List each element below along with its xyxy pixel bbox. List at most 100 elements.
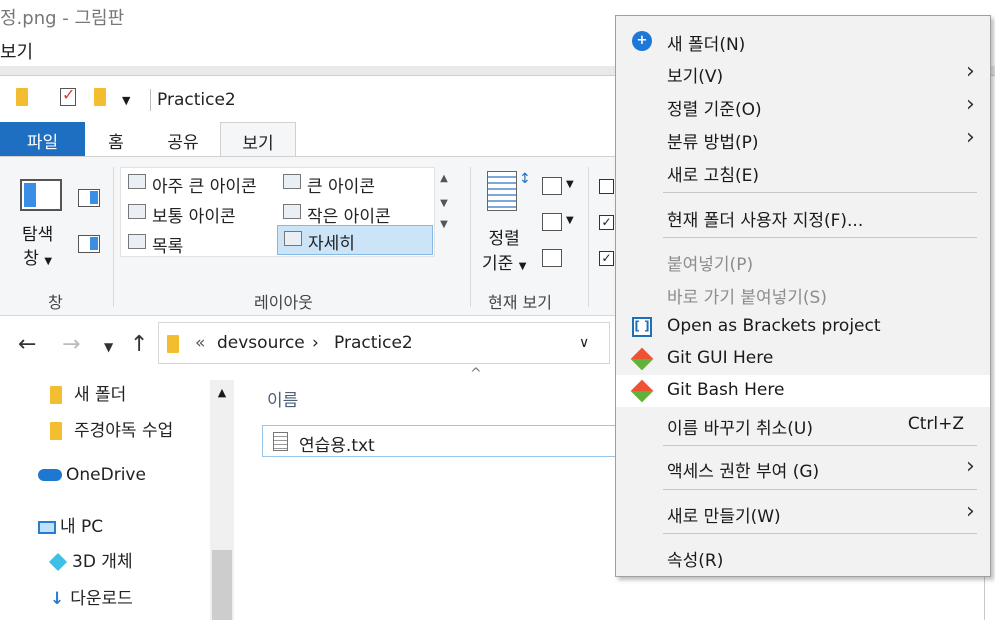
forward-arrow-icon[interactable]: → xyxy=(62,332,80,357)
menu-label: 현재 폴더 사용자 지정(F)... xyxy=(667,211,864,231)
menu-view[interactable]: 보기(V) › xyxy=(616,57,990,89)
menu-new-folder[interactable]: + 새 폴더(N) xyxy=(616,25,990,57)
layout-small-icons[interactable]: 작은 아이콘 xyxy=(277,199,433,227)
layout-extra-large-icons[interactable]: 아주 큰 아이콘 xyxy=(122,169,274,197)
menu-label: 정렬 기준(O) xyxy=(667,100,762,120)
menu-git-gui[interactable]: Git GUI Here xyxy=(616,343,990,375)
menu-separator xyxy=(663,192,977,193)
column-header-name[interactable]: 이름 xyxy=(267,386,298,411)
brackets-icon: [ ] xyxy=(632,317,652,337)
chevron-right-icon: › xyxy=(966,454,975,479)
menu-label: Open as Brackets project xyxy=(667,316,881,336)
chevron-down-icon[interactable]: ▼ xyxy=(122,94,130,107)
address-bar[interactable]: « devsource › Practice2 ∨ xyxy=(158,322,610,364)
tree-label: 3D 개체 xyxy=(72,552,133,572)
menu-properties[interactable]: 속성(R) xyxy=(616,541,990,573)
tree-item-3d-objects[interactable]: 3D 개체 xyxy=(48,547,133,572)
tree-label: OneDrive xyxy=(66,465,146,485)
menu-sort-by[interactable]: 정렬 기준(O) › xyxy=(616,90,990,122)
onedrive-icon xyxy=(38,469,62,481)
nav-pane-label: 탐색 xyxy=(22,225,54,245)
new-folder-icon: + xyxy=(632,31,652,51)
tree-scroll-thumb[interactable] xyxy=(212,550,232,620)
tree-item-downloads[interactable]: ↓ 다운로드 xyxy=(50,584,133,609)
menu-label: 액세스 권한 부여 (G) xyxy=(667,462,820,482)
download-arrow-icon: ↓ xyxy=(50,589,65,609)
chevron-right-icon: › xyxy=(966,92,975,117)
preview-pane-icon[interactable] xyxy=(78,189,100,207)
layout-details[interactable]: 자세히 xyxy=(277,225,433,255)
paint-menu-view[interactable]: 보기 xyxy=(0,34,33,64)
layout-gallery-scroll[interactable]: ▲ ▼ ▼ xyxy=(436,167,452,257)
tab-share[interactable]: 공유 xyxy=(147,122,219,156)
menu-new[interactable]: 새로 만들기(W) › xyxy=(616,497,990,529)
menu-open-brackets[interactable]: [ ] Open as Brackets project xyxy=(616,311,990,343)
chevron-down-icon[interactable]: ▼ xyxy=(566,179,574,190)
large-icons-icon xyxy=(283,174,301,189)
3d-objects-icon xyxy=(48,552,68,572)
menu-give-access[interactable]: 액세스 권한 부여 (G) › xyxy=(616,452,990,484)
tree-item-class[interactable]: 주경야독 수업 xyxy=(50,416,173,441)
menu-group-by[interactable]: 분류 방법(P) › xyxy=(616,123,990,155)
menu-label: 이름 바꾸기 취소(U) xyxy=(667,419,813,439)
menu-paste[interactable]: 붙여넣기(P) xyxy=(616,245,990,277)
tab-file[interactable]: 파일 xyxy=(0,122,85,156)
details-pane-icon[interactable] xyxy=(78,235,100,253)
breadcrumb-overflow[interactable]: « xyxy=(195,333,205,353)
group-label-layout: 레이아웃 xyxy=(254,293,313,312)
file-name: 연습용.txt xyxy=(299,436,375,456)
sort-by-button[interactable]: 정렬 기준 ▼ xyxy=(482,227,526,279)
tab-home[interactable]: 홈 xyxy=(85,122,147,156)
item-checkboxes-checkbox[interactable] xyxy=(599,179,614,194)
scroll-down-icon[interactable]: ▼ xyxy=(436,198,452,209)
hidden-items-checkbox[interactable]: ✓ xyxy=(599,251,614,266)
menu-label: 새 폴더(N) xyxy=(667,35,746,55)
recent-locations-icon[interactable]: ▼ xyxy=(104,340,113,354)
menu-paste-shortcut[interactable]: 바로 가기 붙여넣기(S) xyxy=(616,278,990,310)
medium-icons-icon xyxy=(128,204,146,219)
layout-list[interactable]: 목록 xyxy=(122,229,274,257)
menu-label: 속성(R) xyxy=(667,551,724,571)
git-icon xyxy=(630,379,654,403)
chevron-down-icon[interactable]: ▼ xyxy=(566,215,574,226)
menu-git-bash[interactable]: Git Bash Here xyxy=(616,375,990,407)
folder-icon xyxy=(50,422,62,440)
menu-customize-folder[interactable]: 현재 폴더 사용자 지정(F)... xyxy=(616,201,990,233)
git-icon xyxy=(630,347,654,371)
nav-pane-label2: 창 xyxy=(23,249,39,269)
layout-medium-icons[interactable]: 보통 아이콘 xyxy=(122,199,274,227)
layout-gallery: 아주 큰 아이콘 큰 아이콘 보통 아이콘 작은 아이콘 목록 자세히 xyxy=(120,167,435,257)
file-row[interactable]: 연습용.txt xyxy=(262,425,622,457)
add-columns-icon[interactable] xyxy=(542,213,562,231)
breadcrumb-separator-icon[interactable]: › xyxy=(312,333,319,353)
group-label-pane: 창 xyxy=(48,293,63,312)
new-folder-icon[interactable] xyxy=(94,88,106,106)
tab-view[interactable]: 보기 xyxy=(220,122,296,157)
tree-item-onedrive[interactable]: OneDrive xyxy=(38,465,146,485)
scroll-up-icon[interactable]: ▲ xyxy=(436,173,452,184)
properties-check-icon[interactable] xyxy=(60,85,76,106)
breadcrumb-practice2[interactable]: Practice2 xyxy=(334,333,413,353)
menu-refresh[interactable]: 새로 고침(E) xyxy=(616,156,990,188)
group-by-icon[interactable] xyxy=(542,177,562,195)
size-columns-icon[interactable] xyxy=(542,249,562,267)
sort-by-icon[interactable] xyxy=(487,171,517,211)
layout-item-label: 작은 아이콘 xyxy=(307,207,391,227)
navigation-pane-icon[interactable] xyxy=(20,179,62,211)
expand-gallery-icon[interactable]: ▼ xyxy=(436,219,452,230)
tree-item-new-folder[interactable]: 새 폴더 xyxy=(50,380,126,405)
tree-label: 내 PC xyxy=(60,517,104,537)
tree-item-this-pc[interactable]: 내 PC xyxy=(38,512,103,537)
navigation-pane-button[interactable]: 탐색 창 ▼ xyxy=(22,223,53,274)
scroll-up-icon[interactable]: ▲ xyxy=(210,386,234,399)
up-arrow-icon[interactable]: ↑ xyxy=(130,332,148,357)
menu-label: Git Bash Here xyxy=(667,380,785,400)
layout-large-icons[interactable]: 큰 아이콘 xyxy=(277,169,433,197)
back-arrow-icon[interactable]: ← xyxy=(18,332,36,357)
menu-separator xyxy=(663,533,977,534)
file-extensions-checkbox[interactable]: ✓ xyxy=(599,215,614,230)
breadcrumb-devsource[interactable]: devsource xyxy=(217,333,305,353)
details-icon xyxy=(284,231,302,246)
address-dropdown-icon[interactable]: ∨ xyxy=(579,335,589,351)
menu-undo-rename[interactable]: 이름 바꾸기 취소(U) Ctrl+Z xyxy=(616,409,990,441)
